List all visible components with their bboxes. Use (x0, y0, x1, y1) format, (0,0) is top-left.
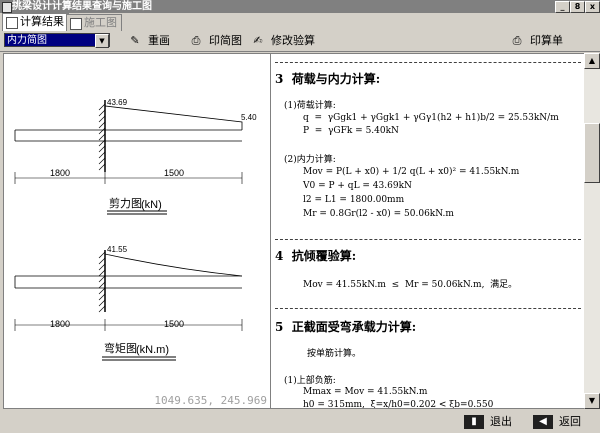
scroll-up-button[interactable]: ▲ (584, 53, 600, 69)
minimize-button[interactable]: _ (555, 1, 570, 13)
close-button[interactable]: x (585, 1, 600, 13)
tab-bar: 计算结果 施工图 (0, 13, 600, 31)
print-sheet-button[interactable]: ⎙ 印算单 (510, 34, 563, 48)
exit-button[interactable]: ▮ 退出 (464, 414, 512, 430)
section-5-sub: 按单筋计算。 (307, 349, 362, 359)
rebar-line-1: Mmax = Mov = 41.55kN.m (303, 387, 428, 397)
shear-right-value: 5.40 (241, 113, 257, 122)
scroll-thumb[interactable] (584, 123, 600, 183)
toolbar: 内力简图 ▼ ✎ 重画 ⎙ 印简图 ✍ 修改验算 ⎙ 印算单 (0, 31, 600, 52)
scroll-down-button[interactable]: ▼ (584, 393, 600, 409)
moment-dim-left: 1800 (50, 319, 70, 329)
force-diagram-canvas: 43.69 5.40 1800 1500 剪力图 (kN) 41.55 1800… (14, 98, 257, 361)
load-line-1: q = γGgk1 + γGgk1 + γGγ1(h2 + h1)b/2 = 2… (303, 113, 559, 123)
moment-curve (104, 253, 243, 277)
printer-icon: ⎙ (191, 34, 201, 47)
report-scrollbar[interactable]: ▲ ▼ (584, 53, 600, 409)
exit-door-icon: ▮ (464, 415, 484, 429)
force-line-2: V0 = P + qL = 43.69kN (303, 181, 412, 191)
wall-hatch (98, 103, 106, 171)
back-button[interactable]: ◀ 返回 (533, 414, 581, 430)
bottom-bar: ▮ 退出 ◀ 返回 (0, 410, 600, 433)
back-label: 返回 (559, 415, 581, 428)
force-calc-title: (2)内力计算: (284, 155, 336, 165)
section-separator (275, 62, 581, 63)
redraw-label: 重画 (148, 34, 170, 47)
cursor-coordinates: 1049.635, 245.969 (154, 394, 267, 407)
shear-left-value: 43.69 (107, 98, 128, 107)
section-4-result: Mov = 41.55kN.m ≤ Mr = 50.06kN.m, 满足。 (303, 280, 518, 290)
top-rebar-title: (1)上部负筋: (284, 376, 336, 386)
section-5-title: 5 正截面受弯承载力计算: (275, 320, 417, 334)
report-pane[interactable]: 3 荷载与内力计算: (1)荷载计算: q = γGgk1 + γGgk1 + … (270, 53, 586, 409)
moment-diagram: 41.55 1800 1500 弯矩图 (kN.m) (14, 245, 243, 361)
shear-label-unit: (kN) (141, 199, 162, 211)
force-line-3: l2 = L1 = 1800.00mm (303, 195, 405, 205)
force-line-1: Mov = P(L + x0) + 1/2 q(L + x0)² = 41.55… (303, 167, 520, 177)
window-title: 挑梁设计计算结果查询与施工图 (12, 1, 152, 12)
shear-dim-right: 1500 (164, 168, 184, 178)
print-sheet-label: 印算单 (530, 34, 563, 47)
print-graph-label: 印简图 (209, 34, 242, 47)
print-graph-button[interactable]: ⎙ 印简图 (189, 34, 242, 48)
select-value: 内力简图 (7, 35, 47, 46)
tab-construction-drawing[interactable]: 施工图 (66, 14, 122, 31)
modify-check-label: 修改验算 (271, 34, 315, 47)
shear-dim-left: 1800 (50, 168, 70, 178)
book-icon (6, 17, 18, 29)
section-4-title: 4 抗倾覆验算: (275, 249, 357, 263)
diagram-type-select[interactable]: 内力简图 ▼ (4, 33, 110, 48)
section-3-title: 3 荷载与内力计算: (275, 72, 381, 86)
app-icon (2, 2, 12, 13)
shear-curve (104, 105, 243, 130)
section-separator (275, 239, 581, 240)
rebar-line-2: h0 = 315mm, ξ=x/h0=0.202 < ξb=0.550 (303, 400, 494, 409)
printer-icon: ⎙ (512, 34, 522, 47)
wall-hatch (98, 251, 106, 313)
moment-dim-right: 1500 (164, 319, 184, 329)
section-separator (275, 308, 581, 309)
shear-label-text: 剪力图 (109, 196, 142, 210)
title-bar: 挑梁设计计算结果查询与施工图 _ 8 x (0, 0, 600, 13)
moment-label-text: 弯矩图 (104, 341, 137, 355)
moment-left-value: 41.55 (107, 245, 128, 254)
tab-label: 施工图 (84, 16, 117, 29)
redraw-button[interactable]: ✎ 重画 (128, 34, 170, 48)
modify-check-button[interactable]: ✍ 修改验算 (251, 34, 315, 48)
force-line-4: Mr = 0.8Gr(l2 - x0) = 50.06kN.m (303, 209, 454, 219)
exit-label: 退出 (490, 415, 512, 428)
load-line-2: P = γGFk = 5.40kN (303, 126, 399, 136)
tab-label: 计算结果 (20, 15, 64, 28)
book-icon (70, 18, 82, 30)
chevron-down-icon[interactable]: ▼ (95, 34, 109, 48)
load-calc-title: (1)荷载计算: (284, 101, 336, 111)
moment-label-unit: (kN.m) (136, 344, 169, 356)
pencil-icon: ✎ (130, 34, 140, 47)
diagram-pane[interactable]: 43.69 5.40 1800 1500 剪力图 (kN) 41.55 1800… (3, 53, 271, 409)
tab-calc-results[interactable]: 计算结果 (2, 13, 69, 31)
arrow-left-icon: ◀ (533, 415, 553, 429)
edit-icon: ✍ (253, 34, 263, 47)
maximize-button[interactable]: 8 (570, 1, 585, 13)
shear-diagram: 43.69 5.40 1800 1500 剪力图 (kN) (14, 98, 257, 215)
